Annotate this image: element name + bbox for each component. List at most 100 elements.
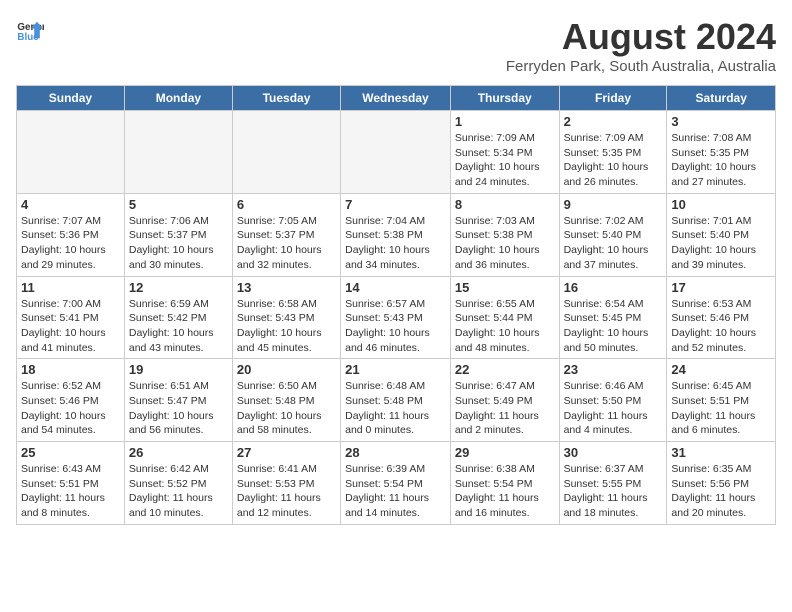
- day-number: 28: [345, 445, 446, 460]
- day-cell-8: 8 Sunrise: 7:03 AM Sunset: 5:38 PM Daylig…: [450, 193, 559, 276]
- day-info: Sunrise: 7:02 AM Sunset: 5:40 PM Dayligh…: [564, 214, 663, 273]
- day-info: Sunrise: 7:03 AM Sunset: 5:38 PM Dayligh…: [455, 214, 555, 273]
- day-number: 18: [21, 362, 120, 377]
- day-header-sunday: Sunday: [17, 86, 125, 111]
- day-cell-3: 3 Sunrise: 7:08 AM Sunset: 5:35 PM Daylig…: [667, 111, 776, 194]
- day-number: 22: [455, 362, 555, 377]
- empty-cell: [341, 111, 451, 194]
- title-area: August 2024 Ferryden Park, South Austral…: [506, 16, 776, 75]
- day-number: 1: [455, 114, 555, 129]
- day-cell-18: 18Sunrise: 6:52 AM Sunset: 5:46 PM Dayli…: [17, 359, 125, 442]
- day-info: Sunrise: 6:41 AM Sunset: 5:53 PM Dayligh…: [237, 462, 336, 521]
- day-number: 4: [21, 197, 120, 212]
- empty-cell: [124, 111, 232, 194]
- day-cell-12: 12 Sunrise: 6:59 AM Sunset: 5:42 PM Dayli…: [124, 276, 232, 359]
- day-info: Sunrise: 6:50 AM Sunset: 5:48 PM Dayligh…: [237, 379, 336, 438]
- day-number: 6: [237, 197, 336, 212]
- day-cell-31: 31 Sunrise: 6:35 AM Sunset: 5:56 PM Dayli…: [667, 442, 776, 525]
- day-info: Sunrise: 6:51 AM Sunset: 5:47 PM Dayligh…: [129, 379, 228, 438]
- day-info: Sunrise: 7:06 AM Sunset: 5:37 PM Dayligh…: [129, 214, 228, 273]
- day-info: Sunrise: 6:37 AM Sunset: 5:55 PM Dayligh…: [564, 462, 663, 521]
- day-number: 29: [455, 445, 555, 460]
- day-info: Sunrise: 6:46 AM Sunset: 5:50 PM Dayligh…: [564, 379, 663, 438]
- day-cell-15: 15Sunrise: 6:55 AM Sunset: 5:44 PM Dayli…: [450, 276, 559, 359]
- day-info: Sunrise: 6:59 AM Sunset: 5:42 PM Dayligh…: [129, 297, 228, 356]
- day-number: 31: [671, 445, 771, 460]
- day-cell-14: 14 Sunrise: 6:57 AM Sunset: 5:43 PM Dayli…: [341, 276, 451, 359]
- empty-cell: [17, 111, 125, 194]
- day-info: Sunrise: 6:48 AM Sunset: 5:48 PM Dayligh…: [345, 379, 446, 438]
- day-cell-22: 22Sunrise: 6:47 AM Sunset: 5:49 PM Dayli…: [450, 359, 559, 442]
- day-number: 9: [564, 197, 663, 212]
- day-header-tuesday: Tuesday: [232, 86, 340, 111]
- day-number: 21: [345, 362, 446, 377]
- day-cell-27: 27 Sunrise: 6:41 AM Sunset: 5:53 PM Dayli…: [232, 442, 340, 525]
- week-row-3: 11 Sunrise: 7:00 AM Sunset: 5:41 PM Dayli…: [17, 276, 776, 359]
- day-number: 3: [671, 114, 771, 129]
- day-info: Sunrise: 7:04 AM Sunset: 5:38 PM Dayligh…: [345, 214, 446, 273]
- page-header: General Blue August 2024 Ferryden Park, …: [16, 16, 776, 75]
- day-cell-20: 20Sunrise: 6:50 AM Sunset: 5:48 PM Dayli…: [232, 359, 340, 442]
- week-row-2: 4 Sunrise: 7:07 AM Sunset: 5:36 PM Daylig…: [17, 193, 776, 276]
- day-number: 10: [671, 197, 771, 212]
- day-cell-19: 19 Sunrise: 6:51 AM Sunset: 5:47 PM Dayli…: [124, 359, 232, 442]
- day-header-row: SundayMondayTuesdayWednesdayThursdayFrid…: [17, 86, 776, 111]
- day-number: 30: [564, 445, 663, 460]
- day-cell-25: 25Sunrise: 6:43 AM Sunset: 5:51 PM Dayli…: [17, 442, 125, 525]
- day-info: Sunrise: 7:01 AM Sunset: 5:40 PM Dayligh…: [671, 214, 771, 273]
- day-info: Sunrise: 7:07 AM Sunset: 5:36 PM Dayligh…: [21, 214, 120, 273]
- day-number: 16: [564, 280, 663, 295]
- day-cell-7: 7 Sunrise: 7:04 AM Sunset: 5:38 PM Daylig…: [341, 193, 451, 276]
- day-number: 12: [129, 280, 228, 295]
- day-header-thursday: Thursday: [450, 86, 559, 111]
- day-number: 2: [564, 114, 663, 129]
- day-info: Sunrise: 7:08 AM Sunset: 5:35 PM Dayligh…: [671, 131, 771, 190]
- day-number: 26: [129, 445, 228, 460]
- day-info: Sunrise: 6:38 AM Sunset: 5:54 PM Dayligh…: [455, 462, 555, 521]
- day-info: Sunrise: 6:53 AM Sunset: 5:46 PM Dayligh…: [671, 297, 771, 356]
- day-cell-29: 29 Sunrise: 6:38 AM Sunset: 5:54 PM Dayli…: [450, 442, 559, 525]
- day-header-wednesday: Wednesday: [341, 86, 451, 111]
- calendar-table: SundayMondayTuesdayWednesdayThursdayFrid…: [16, 85, 776, 525]
- day-cell-16: 16 Sunrise: 6:54 AM Sunset: 5:45 PM Dayli…: [559, 276, 667, 359]
- day-info: Sunrise: 7:09 AM Sunset: 5:35 PM Dayligh…: [564, 131, 663, 190]
- day-cell-17: 17 Sunrise: 6:53 AM Sunset: 5:46 PM Dayli…: [667, 276, 776, 359]
- day-number: 8: [455, 197, 555, 212]
- day-cell-13: 13Sunrise: 6:58 AM Sunset: 5:43 PM Dayli…: [232, 276, 340, 359]
- day-cell-4: 4 Sunrise: 7:07 AM Sunset: 5:36 PM Daylig…: [17, 193, 125, 276]
- day-number: 27: [237, 445, 336, 460]
- day-cell-10: 10 Sunrise: 7:01 AM Sunset: 5:40 PM Dayli…: [667, 193, 776, 276]
- day-cell-30: 30 Sunrise: 6:37 AM Sunset: 5:55 PM Dayli…: [559, 442, 667, 525]
- week-row-5: 25Sunrise: 6:43 AM Sunset: 5:51 PM Dayli…: [17, 442, 776, 525]
- day-number: 23: [564, 362, 663, 377]
- logo: General Blue: [16, 16, 44, 44]
- day-header-friday: Friday: [559, 86, 667, 111]
- day-number: 19: [129, 362, 228, 377]
- day-cell-28: 28Sunrise: 6:39 AM Sunset: 5:54 PM Dayli…: [341, 442, 451, 525]
- calendar-subtitle: Ferryden Park, South Australia, Australi…: [506, 58, 776, 75]
- day-info: Sunrise: 7:00 AM Sunset: 5:41 PM Dayligh…: [21, 297, 120, 356]
- day-cell-11: 11 Sunrise: 7:00 AM Sunset: 5:41 PM Dayli…: [17, 276, 125, 359]
- day-header-saturday: Saturday: [667, 86, 776, 111]
- day-info: Sunrise: 6:35 AM Sunset: 5:56 PM Dayligh…: [671, 462, 771, 521]
- empty-cell: [232, 111, 340, 194]
- week-row-4: 18Sunrise: 6:52 AM Sunset: 5:46 PM Dayli…: [17, 359, 776, 442]
- day-cell-6: 6 Sunrise: 7:05 AM Sunset: 5:37 PM Daylig…: [232, 193, 340, 276]
- day-number: 11: [21, 280, 120, 295]
- day-cell-1: 1Sunrise: 7:09 AM Sunset: 5:34 PM Daylig…: [450, 111, 559, 194]
- day-number: 7: [345, 197, 446, 212]
- day-info: Sunrise: 6:43 AM Sunset: 5:51 PM Dayligh…: [21, 462, 120, 521]
- day-header-monday: Monday: [124, 86, 232, 111]
- day-number: 13: [237, 280, 336, 295]
- day-cell-21: 21 Sunrise: 6:48 AM Sunset: 5:48 PM Dayli…: [341, 359, 451, 442]
- day-info: Sunrise: 6:54 AM Sunset: 5:45 PM Dayligh…: [564, 297, 663, 356]
- day-number: 17: [671, 280, 771, 295]
- day-info: Sunrise: 7:05 AM Sunset: 5:37 PM Dayligh…: [237, 214, 336, 273]
- calendar-title: August 2024: [506, 16, 776, 58]
- day-info: Sunrise: 6:57 AM Sunset: 5:43 PM Dayligh…: [345, 297, 446, 356]
- day-cell-5: 5 Sunrise: 7:06 AM Sunset: 5:37 PM Daylig…: [124, 193, 232, 276]
- day-cell-2: 2 Sunrise: 7:09 AM Sunset: 5:35 PM Daylig…: [559, 111, 667, 194]
- day-info: Sunrise: 6:42 AM Sunset: 5:52 PM Dayligh…: [129, 462, 228, 521]
- day-number: 14: [345, 280, 446, 295]
- day-number: 5: [129, 197, 228, 212]
